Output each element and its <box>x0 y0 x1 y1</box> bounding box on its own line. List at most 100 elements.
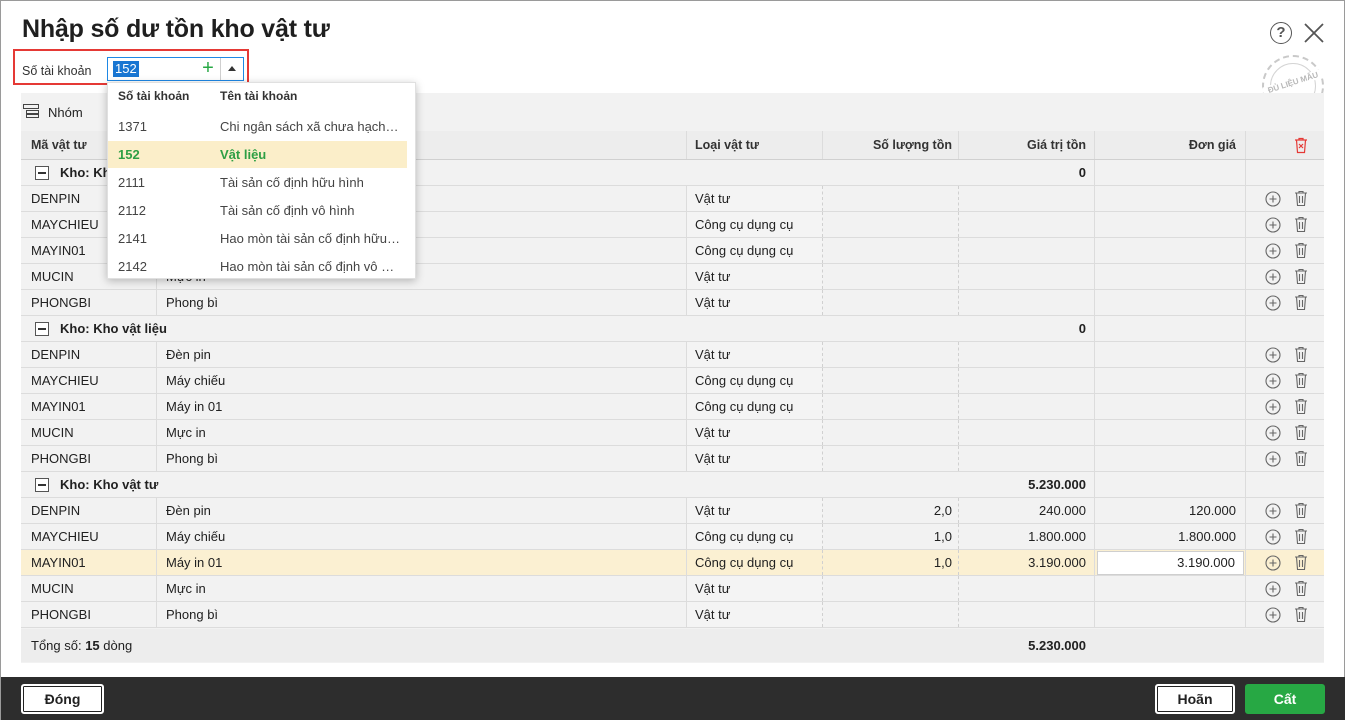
table-row[interactable]: PHONGBI Phong bì Vật tư <box>21 446 1324 472</box>
cell-code[interactable]: MUCIN <box>31 420 156 445</box>
delete-row-icon[interactable] <box>1293 580 1309 597</box>
cell-type[interactable]: Công cụ dụng cụ <box>695 550 823 575</box>
header-value[interactable]: Giá trị tồn <box>959 131 1086 159</box>
collapse-icon[interactable] <box>35 166 49 180</box>
table-row[interactable]: DENPIN Đèn pin Vật tư 2,0 240.000 120.000 <box>21 498 1324 524</box>
cell-qty[interactable] <box>823 238 952 263</box>
cell-type[interactable]: Vật tư <box>695 446 823 471</box>
cell-price[interactable] <box>1096 576 1236 601</box>
cell-price[interactable] <box>1096 602 1236 627</box>
cell-type[interactable]: Vật tư <box>695 498 823 523</box>
delete-row-icon[interactable] <box>1293 294 1309 311</box>
delete-row-icon[interactable] <box>1293 216 1309 233</box>
cell-name[interactable]: Máy chiếu <box>166 368 686 393</box>
close-icon[interactable] <box>1302 21 1326 45</box>
cell-type[interactable]: Vật tư <box>695 602 823 627</box>
cell-type[interactable]: Vật tư <box>695 264 823 289</box>
cell-qty[interactable] <box>823 290 952 315</box>
cell-type[interactable]: Vật tư <box>695 186 823 211</box>
close-button[interactable]: Đóng <box>21 684 104 714</box>
cell-code[interactable]: MAYIN01 <box>31 394 156 419</box>
price-input[interactable]: 3.190.000 <box>1097 551 1244 575</box>
table-row[interactable]: DENPIN Đèn pin Vật tư <box>21 342 1324 368</box>
cell-value[interactable] <box>959 576 1086 601</box>
cell-qty[interactable]: 1,0 <box>823 524 952 549</box>
add-row-icon[interactable] <box>1265 555 1281 571</box>
cell-name[interactable]: Mực in <box>166 576 686 601</box>
group-row[interactable]: Kho: Kho vật tư 5.230.000 <box>21 472 1324 498</box>
cell-code[interactable]: MUCIN <box>31 576 156 601</box>
cell-type[interactable]: Công cụ dụng cụ <box>695 394 823 419</box>
dropdown-item[interactable]: 2141 Hao mòn tài sản cố định hữu hình <box>108 225 407 252</box>
cell-qty[interactable] <box>823 420 952 445</box>
add-row-icon[interactable] <box>1265 295 1281 311</box>
cell-price[interactable] <box>1096 264 1236 289</box>
cell-value[interactable] <box>959 394 1086 419</box>
cell-value[interactable]: 240.000 <box>959 498 1086 523</box>
cell-type[interactable]: Công cụ dụng cụ <box>695 368 823 393</box>
cell-price[interactable]: 120.000 <box>1096 498 1236 523</box>
delete-row-icon[interactable] <box>1293 372 1309 389</box>
cell-name[interactable]: Phong bì <box>166 602 686 627</box>
delete-row-icon[interactable] <box>1293 554 1309 571</box>
cell-qty[interactable] <box>823 602 952 627</box>
cell-value[interactable] <box>959 368 1086 393</box>
cell-price[interactable]: 1.800.000 <box>1096 524 1236 549</box>
cell-value[interactable] <box>959 420 1086 445</box>
dropdown-item[interactable]: 2142 Hao mòn tài sản cố định vô hình <box>108 253 407 280</box>
delete-row-icon[interactable] <box>1293 450 1309 467</box>
add-row-icon[interactable] <box>1265 529 1281 545</box>
add-account-icon[interactable]: + <box>196 58 220 80</box>
delete-row-icon[interactable] <box>1293 528 1309 545</box>
cancel-button[interactable]: Hoãn <box>1155 684 1235 714</box>
cell-type[interactable]: Công cụ dụng cụ <box>695 238 823 263</box>
collapse-icon[interactable] <box>35 478 49 492</box>
add-row-icon[interactable] <box>1265 581 1281 597</box>
collapse-icon[interactable] <box>35 322 49 336</box>
cell-code[interactable]: MAYCHIEU <box>31 524 156 549</box>
cell-name[interactable]: Máy in 01 <box>166 394 686 419</box>
cell-name[interactable]: Máy chiếu <box>166 524 686 549</box>
cell-name[interactable]: Đèn pin <box>166 498 686 523</box>
cell-price[interactable] <box>1096 446 1236 471</box>
add-row-icon[interactable] <box>1265 425 1281 441</box>
cell-value[interactable]: 1.800.000 <box>959 524 1086 549</box>
table-row[interactable]: MAYCHIEU Máy chiếu Công cụ dụng cụ <box>21 368 1324 394</box>
cell-name[interactable]: Đèn pin <box>166 342 686 367</box>
cell-type[interactable]: Vật tư <box>695 290 823 315</box>
cell-qty[interactable] <box>823 394 952 419</box>
help-icon[interactable]: ? <box>1270 22 1292 44</box>
add-row-icon[interactable] <box>1265 607 1281 623</box>
cell-qty[interactable] <box>823 342 952 367</box>
table-row[interactable]: MAYCHIEU Máy chiếu Công cụ dụng cụ 1,0 1.800… <box>21 524 1324 550</box>
table-row[interactable]: MAYIN01 Máy in 01 Công cụ dụng cụ <box>21 394 1324 420</box>
cell-name[interactable]: Mực in <box>166 420 686 445</box>
cell-qty[interactable]: 1,0 <box>823 550 952 575</box>
cell-code[interactable]: PHONGBI <box>31 446 156 471</box>
save-button[interactable]: Cất <box>1245 684 1325 714</box>
account-input-value[interactable]: 152 <box>113 61 139 77</box>
dropdown-item[interactable]: 2111 Tài sản cố định hữu hình <box>108 169 407 196</box>
cell-type[interactable]: Vật tư <box>695 420 823 445</box>
dropdown-item[interactable]: 1371 Chi ngân sách xã chưa hạch toán vào … <box>108 113 407 140</box>
cell-value[interactable] <box>959 186 1086 211</box>
cell-code[interactable]: PHONGBI <box>31 290 156 315</box>
table-row[interactable]: PHONGBI Phong bì Vật tư <box>21 602 1324 628</box>
dropdown-item[interactable]: 152 Vật liệu <box>108 141 407 168</box>
cell-type[interactable]: Công cụ dụng cụ <box>695 524 823 549</box>
add-row-icon[interactable] <box>1265 451 1281 467</box>
group-row[interactable]: Kho: Kho vật liệu 0 <box>21 316 1324 342</box>
table-row[interactable]: MUCIN Mực in Vật tư <box>21 420 1324 446</box>
add-row-icon[interactable] <box>1265 373 1281 389</box>
add-row-icon[interactable] <box>1265 217 1281 233</box>
cell-qty[interactable] <box>823 212 952 237</box>
add-row-icon[interactable] <box>1265 503 1281 519</box>
add-row-icon[interactable] <box>1265 347 1281 363</box>
cell-qty[interactable] <box>823 186 952 211</box>
cell-qty[interactable] <box>823 368 952 393</box>
dropdown-caret-icon[interactable] <box>220 58 244 80</box>
cell-value[interactable] <box>959 602 1086 627</box>
add-row-icon[interactable] <box>1265 269 1281 285</box>
cell-price[interactable] <box>1096 212 1236 237</box>
delete-row-icon[interactable] <box>1293 424 1309 441</box>
